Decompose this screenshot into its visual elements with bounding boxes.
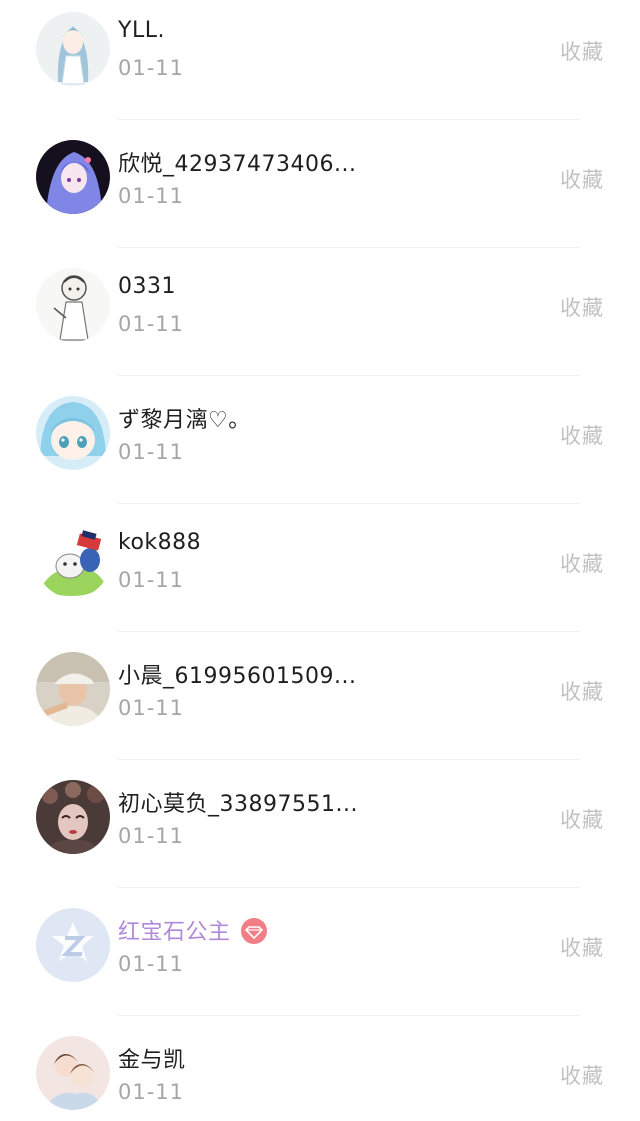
user-name: 金与凯 — [118, 1048, 186, 1073]
user-name: 红宝石公主 — [118, 914, 267, 946]
list-item[interactable]: 红宝石公主 01-11 收藏 — [0, 888, 640, 1016]
cartoon-penguin-avatar[interactable] — [36, 524, 110, 598]
list-item[interactable]: 欣悦_42937473406... 01-11 收藏 — [0, 120, 640, 248]
user-name: kok888 — [118, 530, 202, 555]
favorite-date: 01-11 — [118, 952, 185, 976]
favorite-button[interactable]: 收藏 — [560, 420, 604, 450]
list-item[interactable]: 金与凯 01-11 收藏 — [0, 1016, 640, 1121]
anime-girl-purple-avatar[interactable] — [36, 140, 110, 214]
favorite-button[interactable]: 收藏 — [560, 932, 604, 962]
default-z-avatar[interactable] — [36, 908, 110, 982]
favorite-date: 01-11 — [118, 56, 185, 80]
favorite-button[interactable]: 收藏 — [560, 36, 604, 66]
favorite-button[interactable]: 收藏 — [560, 804, 604, 834]
favorite-date: 01-11 — [118, 440, 185, 464]
user-name: 小晨_61995601509... — [118, 664, 357, 689]
user-name: 欣悦_42937473406... — [118, 152, 357, 177]
favorite-date: 01-11 — [118, 824, 185, 848]
opera-face-avatar[interactable] — [36, 780, 110, 854]
user-name: 0331 — [118, 274, 176, 299]
sketch-character-avatar[interactable] — [36, 268, 110, 342]
chibi-blue-hair-avatar[interactable] — [36, 396, 110, 470]
ruby-gem-icon — [240, 918, 267, 944]
couple-illustration-avatar[interactable] — [36, 1036, 110, 1110]
anime-girl-blue-hair-avatar[interactable] — [36, 12, 110, 86]
list-item[interactable]: ず黎月漓♡。 01-11 收藏 — [0, 376, 640, 504]
list-item[interactable]: YLL. 01-11 收藏 — [0, 0, 640, 120]
favorite-button[interactable]: 收藏 — [560, 676, 604, 706]
list-item[interactable]: kok888 01-11 收藏 — [0, 504, 640, 632]
person-with-cap-avatar[interactable] — [36, 652, 110, 726]
favorite-button[interactable]: 收藏 — [560, 1060, 604, 1090]
favorite-button[interactable]: 收藏 — [560, 292, 604, 322]
favorites-list-page: YLL. 01-11 收藏 欣悦_42937473406... 01-11 收藏… — [0, 0, 640, 1121]
user-name: YLL. — [118, 18, 165, 43]
user-list: YLL. 01-11 收藏 欣悦_42937473406... 01-11 收藏… — [0, 0, 640, 1121]
user-name: 初心莫负_33897551... — [118, 792, 358, 817]
favorite-date: 01-11 — [118, 184, 185, 208]
user-name: ず黎月漓♡。 — [118, 408, 251, 433]
user-name-text: 红宝石公主 — [118, 920, 231, 945]
list-item[interactable]: 小晨_61995601509... 01-11 收藏 — [0, 632, 640, 760]
favorite-date: 01-11 — [118, 696, 185, 720]
favorite-date: 01-11 — [118, 568, 185, 592]
favorite-button[interactable]: 收藏 — [560, 164, 604, 194]
list-item[interactable]: 初心莫负_33897551... 01-11 收藏 — [0, 760, 640, 888]
favorite-button[interactable]: 收藏 — [560, 548, 604, 578]
favorite-date: 01-11 — [118, 312, 185, 336]
list-item[interactable]: 0331 01-11 收藏 — [0, 248, 640, 376]
favorite-date: 01-11 — [118, 1080, 185, 1104]
